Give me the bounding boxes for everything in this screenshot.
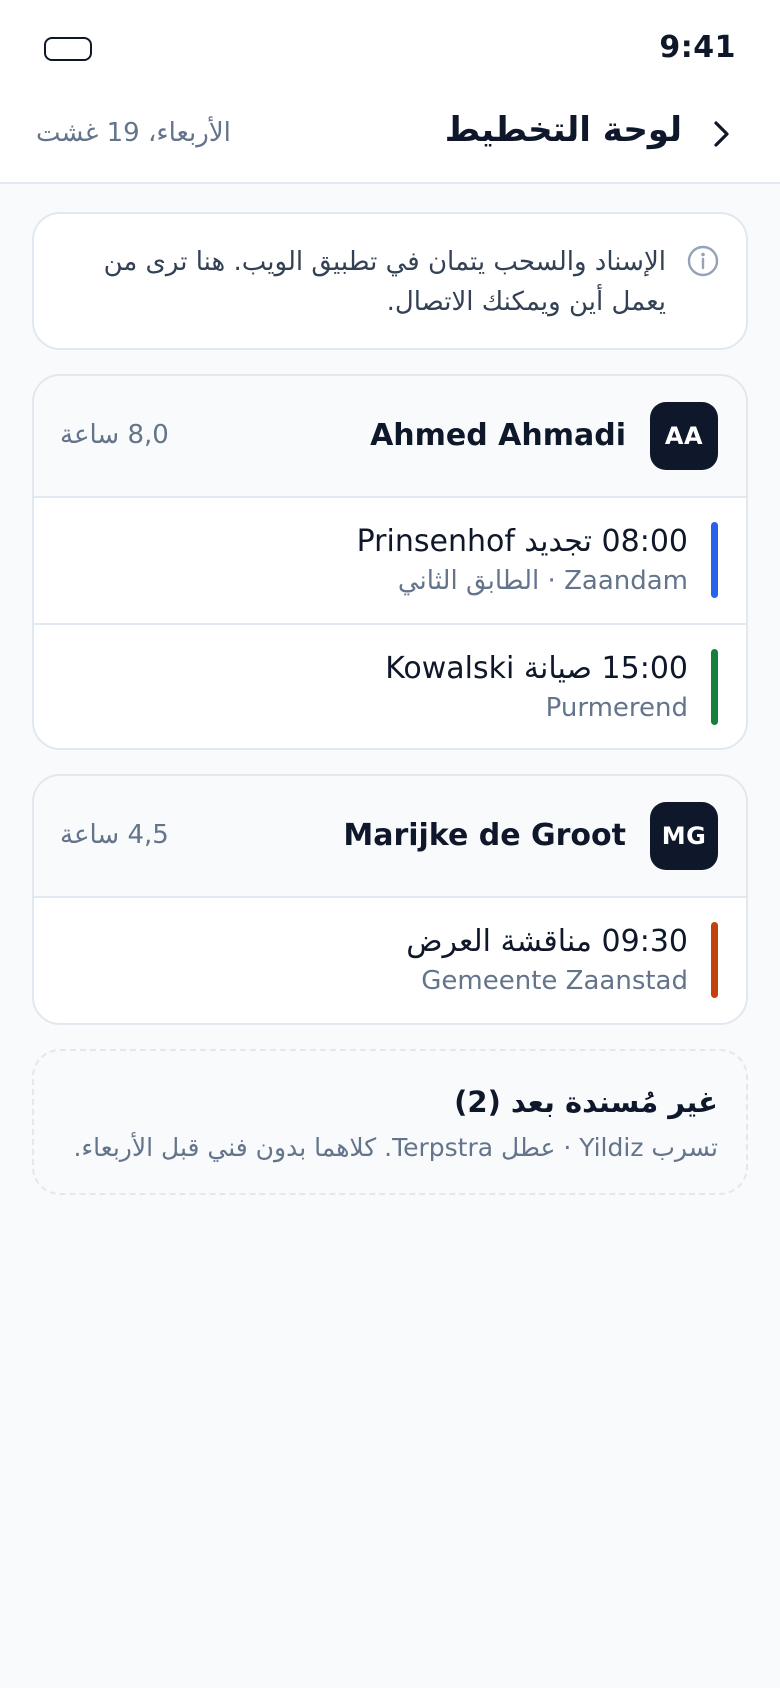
person-name: Marijke de Groot <box>343 818 626 853</box>
job-item[interactable]: 15:00 صيانة Kowalski Purmerend <box>34 623 746 748</box>
person-hours: 8,0 ساعة <box>60 420 169 450</box>
person-hours: 4,5 ساعة <box>60 820 169 850</box>
page-date: الأربعاء، 19 غشت <box>36 118 231 148</box>
info-banner-text: الإسناد والسحب يتمان في تطبيق الويب. هنا… <box>103 247 666 317</box>
person-card-header[interactable]: MG Marijke de Groot 4,5 ساعة <box>34 776 746 898</box>
job-location: Zaandam · الطابق الثاني <box>397 566 688 596</box>
job-color-bar <box>711 522 718 598</box>
battery-icon <box>44 37 92 61</box>
unassigned-text: تسرب Yildiz · عطل Terpstra. كلاهما بدون … <box>73 1133 718 1162</box>
job-item[interactable]: 08:00 تجديد Prinsenhof Zaandam · الطابق … <box>34 498 746 623</box>
main-content: الإسناد والسحب يتمان في تطبيق الويب. هنا… <box>0 184 780 1195</box>
person-card-ahmed-ahmadi[interactable]: AA Ahmed Ahmadi 8,0 ساعة 08:00 تجديد Pri… <box>32 374 748 750</box>
status-time: 9:41 <box>659 30 736 65</box>
chevron-right-icon[interactable] <box>704 116 740 152</box>
avatar: AA <box>650 402 718 470</box>
unassigned-card[interactable]: غير مُسندة بعد (2) تسرب Yildiz · عطل Ter… <box>32 1049 748 1195</box>
status-bar: 9:41 <box>0 0 780 88</box>
job-location: Purmerend <box>545 693 688 723</box>
person-name: Ahmed Ahmadi <box>370 418 626 453</box>
info-banner: الإسناد والسحب يتمان في تطبيق الويب. هنا… <box>32 212 748 350</box>
page-header: لوحة التخطيط الأربعاء، 19 غشت <box>0 88 780 184</box>
job-title: 09:30 مناقشة العرض <box>406 924 688 959</box>
page-title: لوحة التخطيط <box>444 110 682 150</box>
info-icon <box>686 244 720 278</box>
person-card-header[interactable]: AA Ahmed Ahmadi 8,0 ساعة <box>34 376 746 498</box>
job-color-bar <box>711 922 718 998</box>
avatar: MG <box>650 802 718 870</box>
job-location: Gemeente Zaanstad <box>421 966 688 996</box>
job-title: 15:00 صيانة Kowalski <box>385 651 688 686</box>
job-color-bar <box>711 649 718 725</box>
job-item[interactable]: 09:30 مناقشة العرض Gemeente Zaanstad <box>34 898 746 1023</box>
unassigned-title: غير مُسندة بعد (2) <box>454 1085 718 1119</box>
job-title: 08:00 تجديد Prinsenhof <box>356 524 688 559</box>
person-card-marijke-de-groot[interactable]: MG Marijke de Groot 4,5 ساعة 09:30 مناقش… <box>32 774 748 1025</box>
